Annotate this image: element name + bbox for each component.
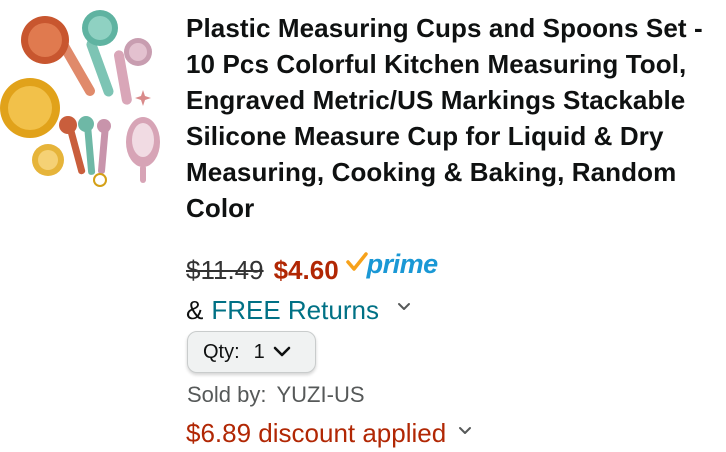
discount-row[interactable]: $6.89 discount applied <box>186 416 472 450</box>
seller-info: Sold by: YUZI-US <box>187 382 365 408</box>
measuring-cups-image <box>0 10 160 187</box>
product-image[interactable] <box>0 0 170 200</box>
sale-price: $4.60 <box>273 254 339 285</box>
chevron-down-icon[interactable] <box>397 302 411 312</box>
free-returns-link[interactable]: FREE Returns <box>211 295 379 326</box>
chevron-down-icon[interactable] <box>458 426 472 436</box>
price-row: $11.49 $4.60 prime <box>186 250 438 290</box>
prime-label: prime <box>366 249 439 279</box>
quantity-label: Qty: <box>203 340 240 363</box>
original-price: $11.49 <box>186 254 264 285</box>
returns-ampersand: & <box>186 294 204 325</box>
quantity-dropdown[interactable]: Qty: 1 <box>187 331 316 373</box>
product-title[interactable]: Plastic Measuring Cups and Spoons Set - … <box>186 10 714 226</box>
returns-row: & FREE Returns <box>186 292 411 328</box>
prime-badge: prime <box>345 250 438 278</box>
prime-check-icon <box>345 252 368 271</box>
quantity-value: 1 <box>253 340 265 363</box>
discount-text: $6.89 discount applied <box>186 417 447 448</box>
seller-label: Sold by: <box>187 382 267 407</box>
seller-name: YUZI-US <box>276 382 365 407</box>
chevron-down-icon <box>273 346 291 357</box>
